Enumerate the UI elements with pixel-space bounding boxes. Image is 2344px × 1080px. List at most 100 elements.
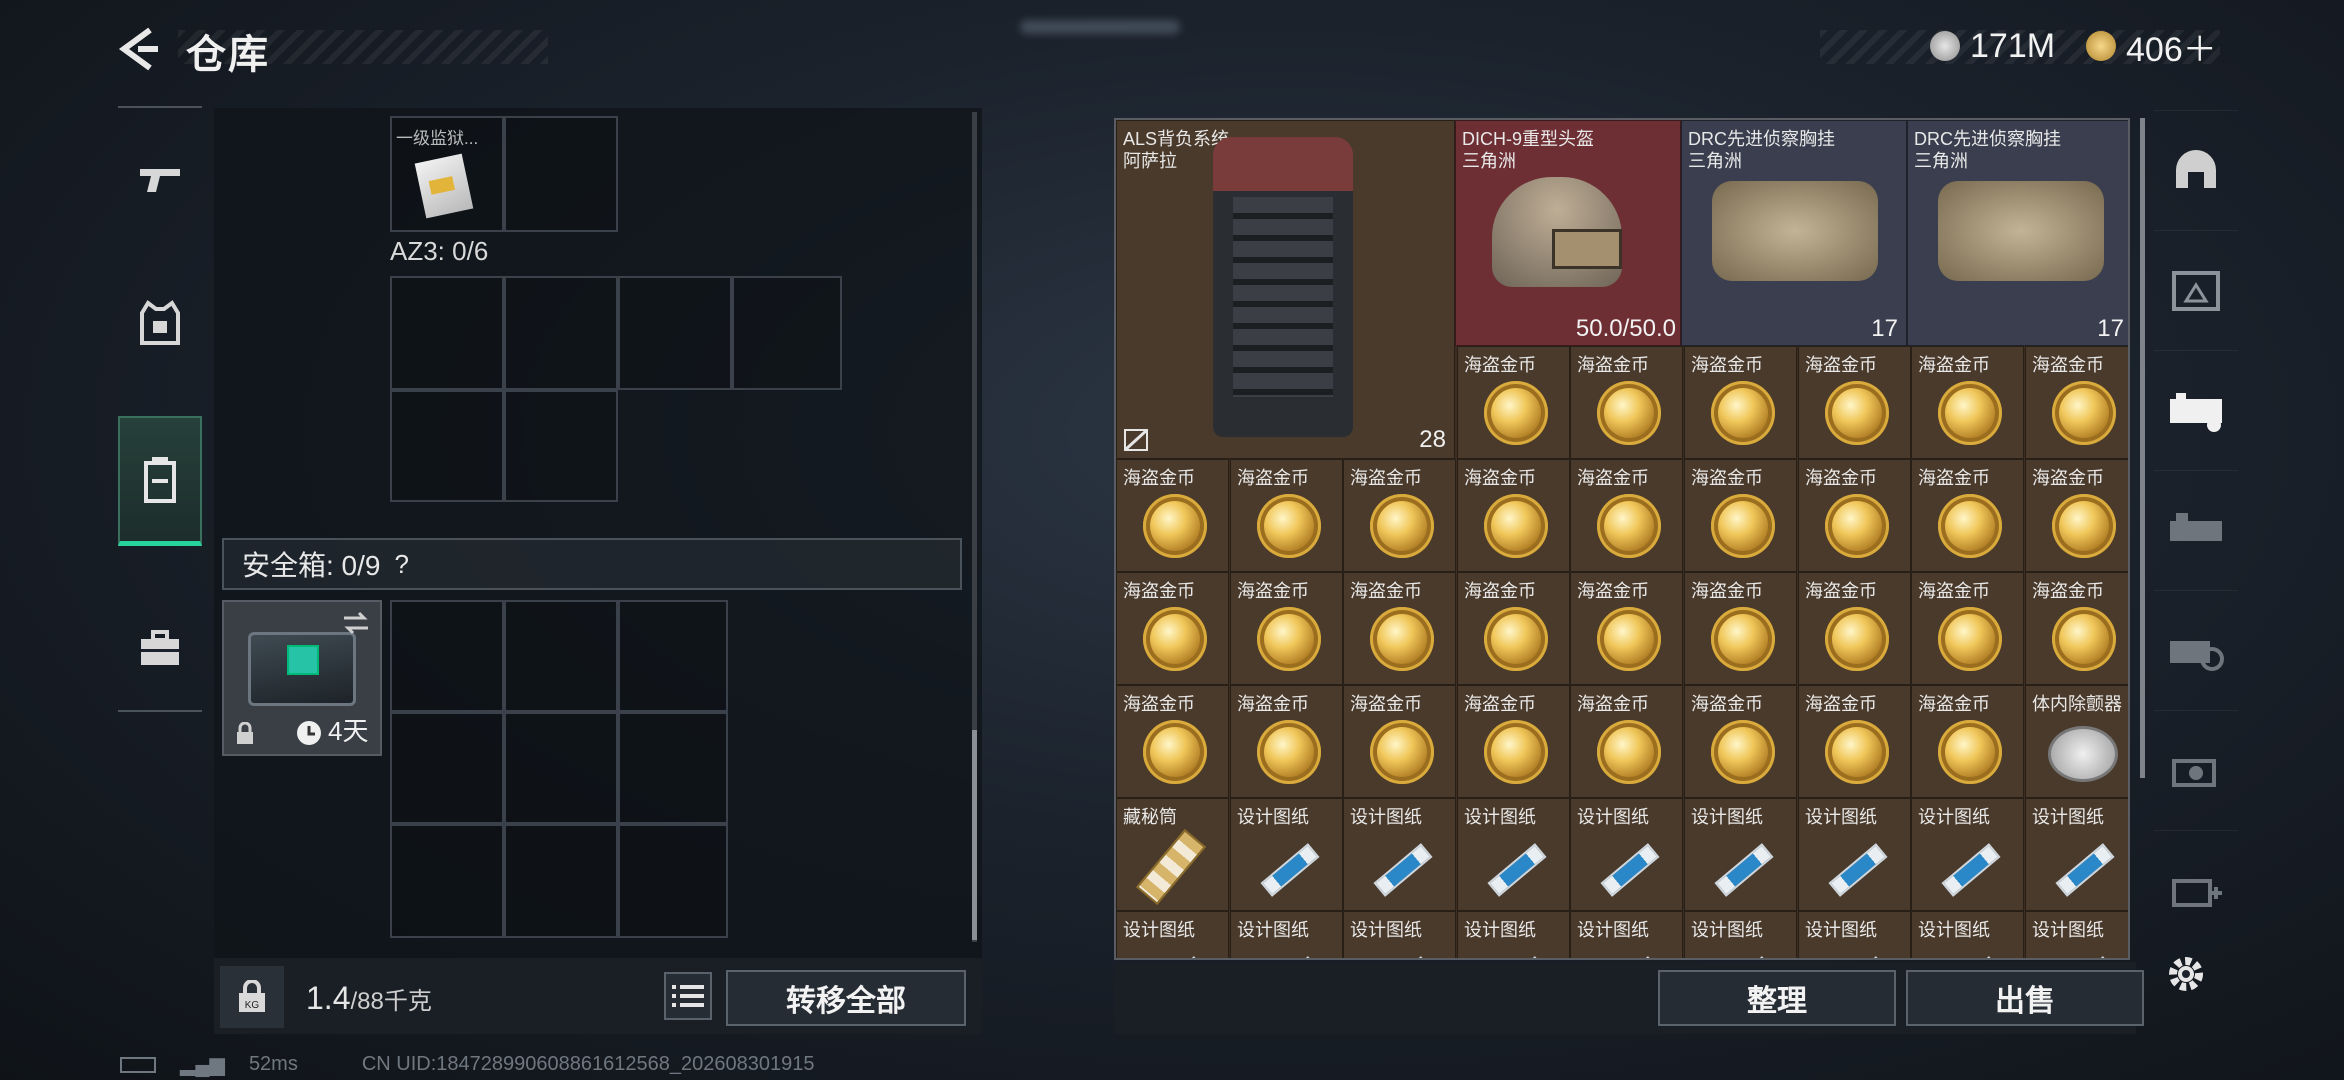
item-blueprint[interactable]: 设计图纸 — [1684, 911, 1797, 958]
grid-cell[interactable] — [504, 116, 618, 232]
left-scrollbar-thumb[interactable] — [972, 730, 977, 940]
item-gold-coin[interactable]: 海盗金币 — [1798, 685, 1911, 798]
swap-icon[interactable] — [342, 610, 370, 636]
item-vest[interactable]: DRC先进侦察胸挂 三角洲 17 — [1907, 120, 2128, 346]
tab-backpack[interactable] — [118, 416, 202, 546]
item-gold-coin[interactable]: 海盗金币 — [1570, 459, 1683, 572]
item-gold-coin[interactable]: 海盗金币 — [1798, 459, 1911, 572]
blueprint-icon — [2055, 956, 2115, 958]
back-button[interactable] — [116, 24, 160, 74]
item-blueprint[interactable]: 设计图纸 — [1798, 911, 1911, 958]
grid-cell[interactable] — [390, 824, 504, 938]
help-icon[interactable]: ? — [394, 549, 408, 580]
item-gold-coin[interactable]: 海盗金币 — [1116, 685, 1229, 798]
grid-cell[interactable] — [504, 390, 618, 502]
item-gold-coin[interactable]: 海盗金币 — [1343, 459, 1456, 572]
tab-helmet-slot[interactable] — [2154, 110, 2238, 230]
item-blueprint[interactable]: 设计图纸 — [2025, 798, 2128, 911]
item-gold-coin[interactable]: 海盗金币 — [1116, 459, 1229, 572]
grid-cell[interactable] — [504, 824, 618, 938]
item-gold-coin[interactable]: 海盗金币 — [1911, 685, 2024, 798]
gold-coin-icon — [1257, 494, 1321, 558]
sell-button[interactable]: 出售 — [1906, 970, 2144, 1026]
item-gold-coin[interactable]: 海盗金币 — [2025, 346, 2128, 459]
item-gold-coin[interactable]: 海盗金币 — [1684, 572, 1797, 685]
sort-button[interactable]: 整理 — [1658, 970, 1896, 1026]
item-gold-coin[interactable]: 海盗金币 — [1570, 346, 1683, 459]
backpack-icon — [1213, 137, 1353, 437]
item-blueprint[interactable]: 设计图纸 — [1457, 798, 1570, 911]
item-gold-coin[interactable]: 海盗金币 — [1911, 572, 2024, 685]
item-blueprint[interactable]: 设计图纸 — [1343, 798, 1456, 911]
item-gold-coin[interactable]: 海盗金币 — [1798, 572, 1911, 685]
item-helmet[interactable]: DICH-9重型头盔 三角洲 50.0/50.0 — [1455, 120, 1681, 346]
tab-case[interactable] — [118, 584, 202, 714]
item-blueprint[interactable]: 设计图纸 — [1684, 798, 1797, 911]
item-gold-coin[interactable]: 海盗金币 — [1684, 346, 1797, 459]
grid-cell[interactable] — [732, 276, 842, 390]
tab-rig-3[interactable] — [2154, 230, 2238, 350]
grid-cell[interactable] — [618, 824, 728, 938]
item-gold-coin[interactable]: 海盗金币 — [1116, 572, 1229, 685]
item-detector[interactable]: 体内除颤器 — [2025, 685, 2128, 798]
transfer-all-button[interactable]: 转移全部 — [726, 970, 966, 1026]
tab-armor[interactable] — [118, 258, 202, 388]
item-gold-coin[interactable]: 海盗金币 — [1911, 459, 2024, 572]
item-gold-coin[interactable]: 海盗金币 — [1911, 346, 2024, 459]
item-gold-coin[interactable]: 海盗金币 — [1570, 572, 1683, 685]
item-blueprint[interactable]: 设计图纸 — [1230, 911, 1343, 958]
grid-cell[interactable] — [390, 276, 504, 390]
item-gold-coin[interactable]: 海盗金币 — [1457, 459, 1570, 572]
item-hidden-tube[interactable]: 藏秘筒 — [1116, 798, 1229, 911]
item-gold-coin[interactable]: 海盗金币 — [1457, 572, 1570, 685]
item-blueprint[interactable]: 设计图纸 — [1570, 798, 1683, 911]
container-slot[interactable]: 一级监狱... — [390, 116, 504, 232]
item-blueprint[interactable]: 设计图纸 — [1230, 798, 1343, 911]
item-blueprint[interactable]: 设计图纸 — [1570, 911, 1683, 958]
silver-currency[interactable]: 171M — [1930, 26, 2055, 66]
grid-cell[interactable] — [618, 712, 728, 824]
item-blueprint[interactable]: 设计图纸 — [1798, 798, 1911, 911]
item-gold-coin[interactable]: 海盗金币 — [1457, 685, 1570, 798]
tab-weapon[interactable] — [118, 114, 202, 244]
item-blueprint[interactable]: 设计图纸 — [1343, 911, 1456, 958]
gold-coin-icon — [1597, 720, 1661, 784]
grid-cell[interactable] — [390, 712, 504, 824]
item-gold-coin[interactable]: 海盗金币 — [1684, 459, 1797, 572]
item-gold-coin[interactable]: 海盗金币 — [2025, 459, 2128, 572]
item-gold-coin[interactable]: 海盗金币 — [1230, 685, 1343, 798]
grid-cell[interactable] — [390, 390, 504, 502]
tab-rig-selected[interactable] — [2154, 350, 2238, 470]
item-gold-coin[interactable]: 海盗金币 — [1798, 346, 1911, 459]
item-blueprint[interactable]: 设计图纸 — [1911, 798, 2024, 911]
grid-cell[interactable] — [618, 600, 728, 712]
item-vest[interactable]: DRC先进侦察胸挂 三角洲 17 — [1681, 120, 1907, 346]
grid-cell[interactable] — [618, 276, 732, 390]
tab-rig-6[interactable] — [2154, 830, 2238, 950]
right-scrollbar[interactable] — [2140, 118, 2145, 778]
item-blueprint[interactable]: 设计图纸 — [1911, 911, 2024, 958]
settings-button[interactable] — [2162, 950, 2210, 998]
item-gold-coin[interactable]: 海盗金币 — [1230, 459, 1343, 572]
safe-box-item[interactable]: 4天 — [222, 600, 382, 756]
grid-cell[interactable] — [390, 600, 504, 712]
item-gold-coin[interactable]: 海盗金币 — [1343, 685, 1456, 798]
list-view-button[interactable] — [664, 972, 712, 1020]
item-blueprint[interactable]: 设计图纸 — [1116, 911, 1229, 958]
item-gold-coin[interactable]: 海盗金币 — [1343, 572, 1456, 685]
grid-cell[interactable] — [504, 712, 618, 824]
gold-currency[interactable]: 406＋ — [2086, 26, 2217, 69]
tab-rig-4[interactable] — [2154, 590, 2238, 710]
item-gold-coin[interactable]: 海盗金币 — [2025, 572, 2128, 685]
item-gold-coin[interactable]: 海盗金币 — [1684, 685, 1797, 798]
item-gold-coin[interactable]: 海盗金币 — [1457, 346, 1570, 459]
item-gold-coin[interactable]: 海盗金币 — [1230, 572, 1343, 685]
item-gold-coin[interactable]: 海盗金币 — [1570, 685, 1683, 798]
item-blueprint[interactable]: 设计图纸 — [1457, 911, 1570, 958]
grid-cell[interactable] — [504, 600, 618, 712]
item-backpack[interactable]: ALS背负系统 阿萨拉 28 — [1116, 120, 1455, 459]
tab-rig-2[interactable] — [2154, 470, 2238, 590]
tab-rig-5[interactable] — [2154, 710, 2238, 830]
item-blueprint[interactable]: 设计图纸 — [2025, 911, 2128, 958]
grid-cell[interactable] — [504, 276, 618, 390]
